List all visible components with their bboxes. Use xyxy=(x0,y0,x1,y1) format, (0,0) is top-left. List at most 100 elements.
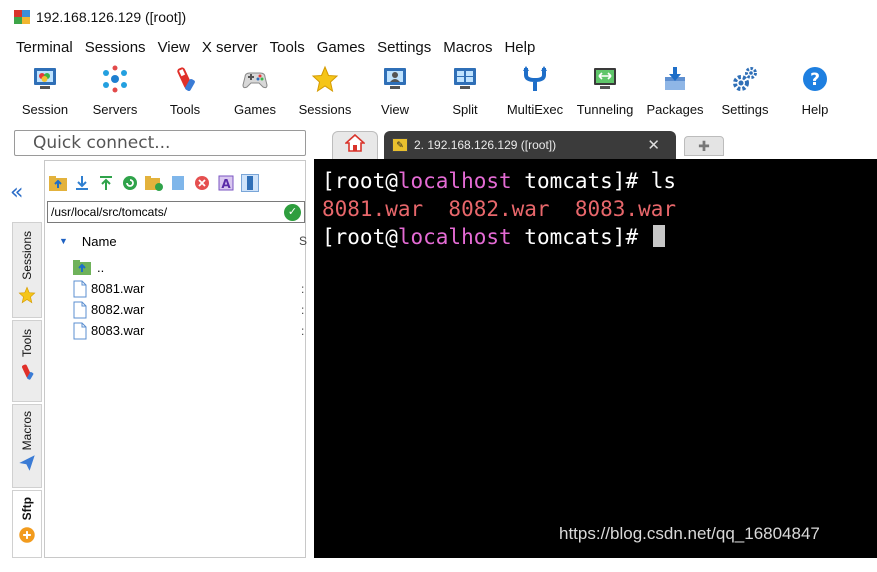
terminal-cursor xyxy=(652,225,665,247)
file-name: .. xyxy=(97,260,105,275)
terminal-tab-bar: ✎ 2. 192.168.126.129 ([root]) ✕ ✚ xyxy=(314,129,877,159)
help-button[interactable]: ? Help xyxy=(780,62,850,122)
tunneling-button[interactable]: Tunneling xyxy=(570,62,640,122)
menu-x-server[interactable]: X server xyxy=(202,39,258,56)
new-tab-button[interactable]: ✚ xyxy=(684,136,724,156)
terminal-follow-icon[interactable] xyxy=(241,174,259,192)
mobaxterm-logo-icon xyxy=(14,10,30,24)
new-folder-icon[interactable] xyxy=(145,174,163,192)
menu-sessions[interactable]: Sessions xyxy=(85,39,146,56)
title-bar: 192.168.126.129 ([root]) xyxy=(0,0,877,34)
close-icon[interactable]: ✕ xyxy=(647,136,660,154)
menu-tools[interactable]: Tools xyxy=(270,39,305,56)
servers-button[interactable]: Servers xyxy=(80,62,150,122)
file-name: 8082.war xyxy=(91,302,145,317)
settings-button[interactable]: Settings xyxy=(710,62,780,122)
menu-terminal[interactable]: Terminal xyxy=(16,39,73,56)
list-item[interactable]: .. xyxy=(73,257,303,278)
sftp-toolbar: A xyxy=(49,171,265,195)
window-title: 192.168.126.129 ([root]) xyxy=(36,9,187,25)
sftp-icon xyxy=(18,526,36,549)
menu-view[interactable]: View xyxy=(158,39,190,56)
tools-button[interactable]: Tools xyxy=(150,62,220,122)
tab-home[interactable] xyxy=(332,131,378,159)
prompt-dir: tomcats]# xyxy=(511,225,651,249)
upload-icon[interactable] xyxy=(97,174,115,192)
terminal-screen[interactable]: [root@localhost tomcats]# ls 8081.war 80… xyxy=(314,159,877,558)
sessions-label: Sessions xyxy=(298,102,352,117)
multiexec-icon xyxy=(520,64,550,94)
collapse-sidebar-icon[interactable]: « xyxy=(10,180,23,205)
split-label: Split xyxy=(452,102,478,117)
path-ok-icon[interactable]: ✓ xyxy=(284,204,301,221)
file-icon xyxy=(73,280,87,298)
tab-tools[interactable]: Tools xyxy=(12,320,42,402)
quick-connect-input[interactable]: Quick connect... xyxy=(14,130,306,156)
view-button[interactable]: View xyxy=(360,62,430,122)
tools-label: Tools xyxy=(169,102,201,117)
tab-session-2[interactable]: ✎ 2. 192.168.126.129 ([root]) ✕ xyxy=(384,131,676,159)
list-item[interactable]: 8082.war : xyxy=(73,299,304,320)
main-toolbar: Session Servers Tools Games Sessions Vie… xyxy=(0,62,877,124)
session-label: Session xyxy=(21,102,69,117)
tab-macros[interactable]: Macros xyxy=(12,404,42,488)
sessions-button[interactable]: Sessions xyxy=(290,62,360,122)
help-label: Help xyxy=(801,102,829,117)
list-item[interactable]: 8083.war : xyxy=(73,320,304,341)
plus-icon: ✚ xyxy=(698,138,710,154)
tab-tools-label: Tools xyxy=(20,329,34,358)
tab-sftp-label: Sftp xyxy=(20,497,34,521)
view-icon xyxy=(380,64,410,94)
column-size-header[interactable]: S xyxy=(299,234,307,248)
refresh-icon[interactable] xyxy=(121,174,139,192)
sftp-panel: A /usr/local/src/tomcats/ ✓ ▼ Name S .. … xyxy=(44,160,307,558)
prompt-host: localhost xyxy=(397,169,512,193)
menu-macros[interactable]: Macros xyxy=(443,39,492,56)
sftp-path-field[interactable]: /usr/local/src/tomcats/ ✓ xyxy=(47,201,305,223)
list-item[interactable]: 8081.war : xyxy=(73,278,304,299)
file-icon xyxy=(73,301,87,319)
tab-sessions-label: Sessions xyxy=(20,231,34,280)
svg-text:?: ? xyxy=(810,70,820,90)
column-name-header[interactable]: Name xyxy=(82,234,117,249)
servers-icon xyxy=(100,64,130,94)
terminal-line: [root@localhost tomcats]# ls xyxy=(322,167,877,195)
tunneling-icon xyxy=(590,64,620,94)
terminal-command: ls xyxy=(650,169,677,193)
multiexec-button[interactable]: MultiExec xyxy=(500,62,570,122)
session-button[interactable]: Session xyxy=(10,62,80,122)
packages-button[interactable]: Packages xyxy=(640,62,710,122)
menu-help[interactable]: Help xyxy=(504,39,535,56)
star-icon xyxy=(18,286,36,309)
terminal-output: 8081.war 8082.war 8083.war xyxy=(322,197,677,221)
sort-descending-icon: ▼ xyxy=(59,236,68,246)
tools-icon xyxy=(170,64,200,94)
packages-label: Packages xyxy=(646,102,704,117)
session-icon xyxy=(30,64,60,94)
new-file-icon[interactable] xyxy=(169,174,187,192)
tab-sessions[interactable]: Sessions xyxy=(12,222,42,318)
menu-games[interactable]: Games xyxy=(317,39,365,56)
multiexec-label: MultiExec xyxy=(506,102,564,117)
split-button[interactable]: Split xyxy=(430,62,500,122)
tools-icon xyxy=(18,363,36,386)
rename-icon[interactable]: A xyxy=(217,174,235,192)
games-button[interactable]: Games xyxy=(220,62,290,122)
menu-settings[interactable]: Settings xyxy=(377,39,431,56)
view-label: View xyxy=(381,102,409,117)
tab-sftp[interactable]: Sftp xyxy=(12,490,42,558)
svg-text:A: A xyxy=(221,177,231,191)
menu-bar: Terminal Sessions View X server Tools Ga… xyxy=(0,36,547,58)
tunneling-label: Tunneling xyxy=(576,102,634,117)
tab-session-label: 2. 192.168.126.129 ([root]) xyxy=(414,138,557,152)
home-icon xyxy=(343,133,367,157)
settings-label: Settings xyxy=(721,102,769,117)
file-name: 8081.war xyxy=(91,281,145,296)
delete-icon[interactable] xyxy=(193,174,211,192)
watermark: https://blog.csdn.net/qq_16804847 xyxy=(559,524,820,543)
parent-folder-icon[interactable] xyxy=(49,174,67,192)
ssh-session-icon: ✎ xyxy=(392,138,408,152)
send-icon xyxy=(18,454,36,477)
file-name: 8083.war xyxy=(91,323,145,338)
download-icon[interactable] xyxy=(73,174,91,192)
